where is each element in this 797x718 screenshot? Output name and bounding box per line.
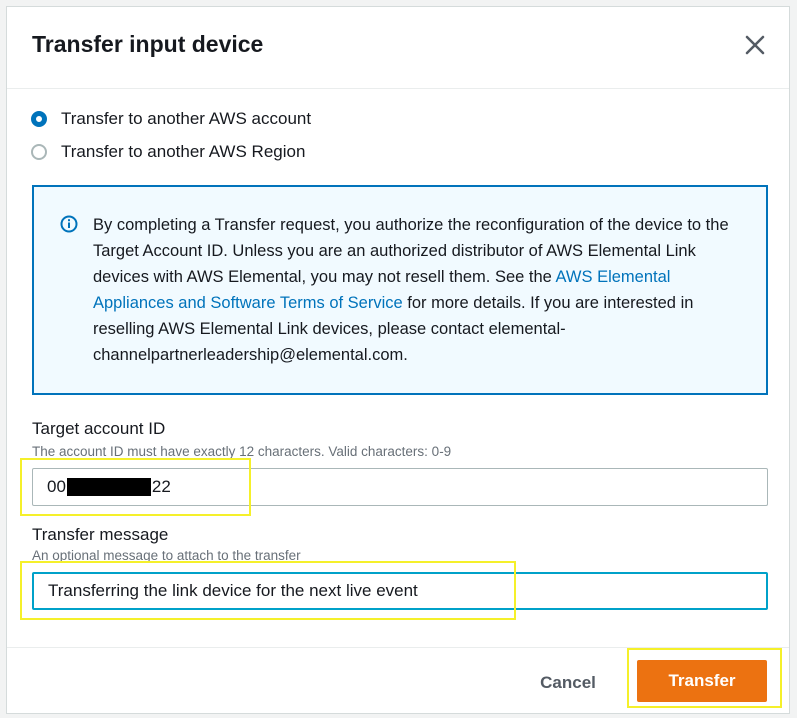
account-id-prefix: 00 — [47, 477, 66, 496]
radio-button-checked[interactable] — [31, 111, 47, 127]
dialog-header: Transfer input device — [7, 7, 789, 89]
radio-label-account: Transfer to another AWS account — [61, 109, 312, 128]
radio-label-region: Transfer to another AWS Region — [61, 142, 306, 161]
info-alert: By completing a Transfer request, you au… — [32, 185, 768, 395]
dialog-footer: Cancel Transfer — [7, 647, 789, 715]
transfer-dialog: Transfer input device Transfer to anothe… — [6, 6, 790, 714]
target-account-input[interactable]: 00 22 — [32, 468, 768, 506]
radio-button-unchecked[interactable] — [31, 144, 47, 160]
radio-transfer-account[interactable]: Transfer to another AWS account — [31, 107, 311, 131]
transfer-message-label: Transfer message — [32, 525, 169, 544]
target-account-label: Target account ID — [32, 419, 166, 438]
transfer-button[interactable]: Transfer — [637, 660, 767, 702]
transfer-message-value: Transferring the link device for the nex… — [48, 581, 418, 600]
transfer-message-input[interactable]: Transferring the link device for the nex… — [32, 572, 768, 610]
info-icon — [60, 215, 78, 233]
account-id-suffix: 22 — [151, 477, 171, 496]
cancel-button[interactable]: Cancel — [513, 665, 623, 701]
dialog-title: Transfer input device — [32, 31, 264, 57]
transfer-message-description: An optional message to attach to the tra… — [32, 548, 301, 563]
target-account-description: The account ID must have exactly 12 char… — [32, 444, 452, 459]
redacted-block — [66, 478, 151, 496]
info-text: By completing a Transfer request, you au… — [93, 212, 733, 368]
close-icon[interactable] — [743, 33, 767, 57]
radio-transfer-region[interactable]: Transfer to another AWS Region — [31, 140, 305, 164]
